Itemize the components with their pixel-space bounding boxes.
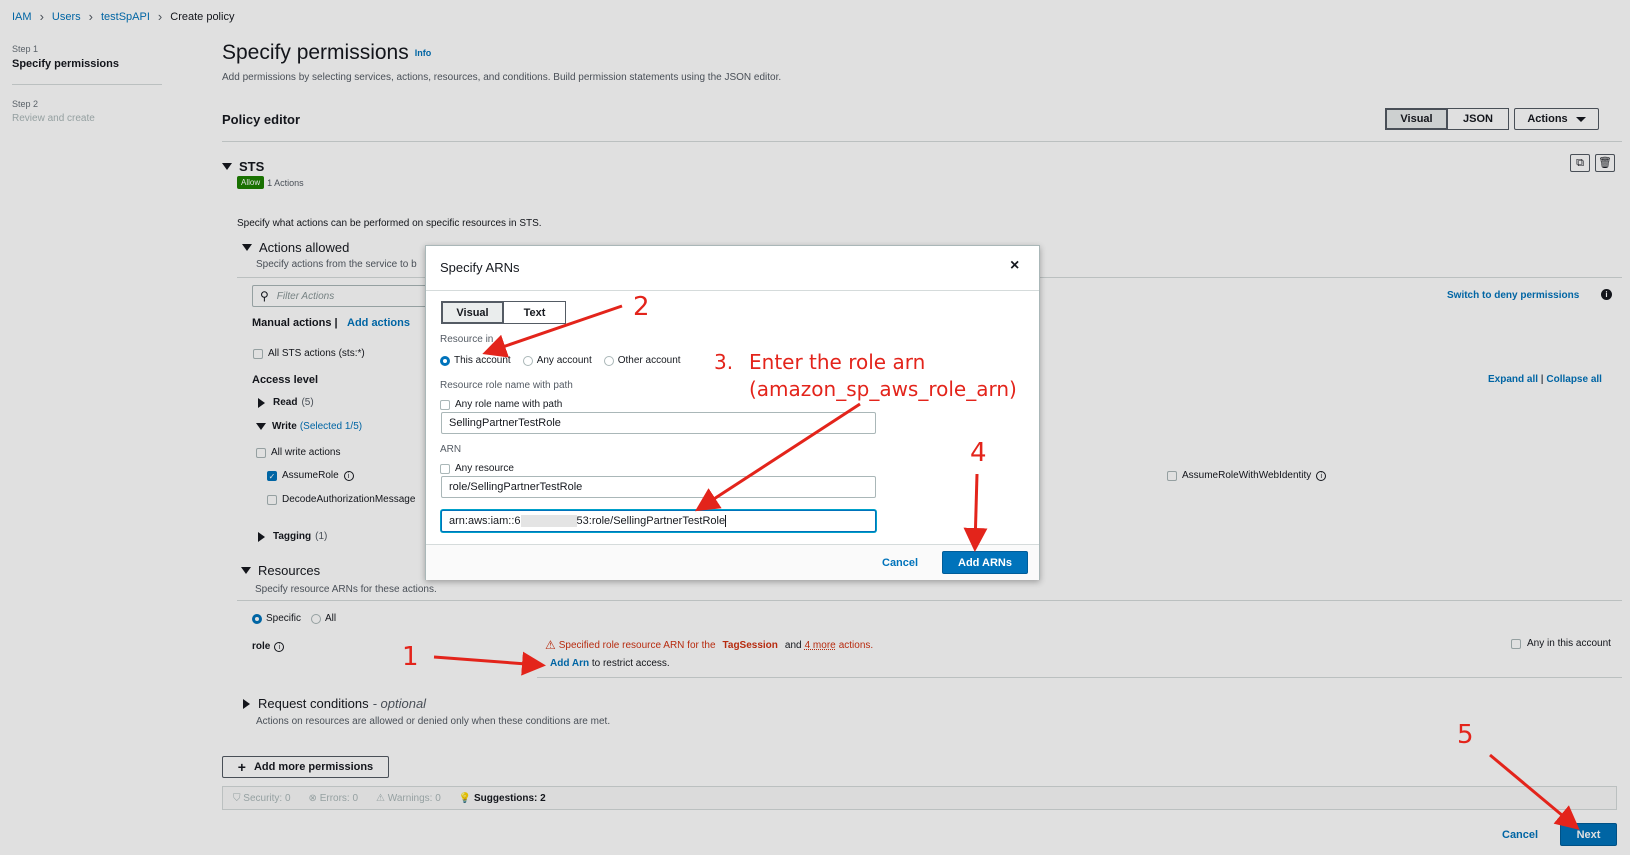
arrow-4 <box>963 473 988 552</box>
arrow-2 <box>482 304 623 358</box>
annotation-arrows <box>433 304 1580 830</box>
arrow-1 <box>433 651 546 676</box>
annotation-number-2: 2 <box>633 292 650 322</box>
annotation-number-5: 5 <box>1457 720 1474 750</box>
arrow-3 <box>694 402 861 512</box>
annotation-number-3: 3. <box>714 350 734 374</box>
arrow-5 <box>1489 753 1580 830</box>
annotation-3-line2: (amazon_sp_aws_role_arn) <box>749 377 1017 401</box>
annotation-3-line1: Enter the role arn <box>749 350 926 374</box>
annotation-number-4: 4 <box>970 438 987 468</box>
annotation-number-1: 1 <box>402 642 419 672</box>
